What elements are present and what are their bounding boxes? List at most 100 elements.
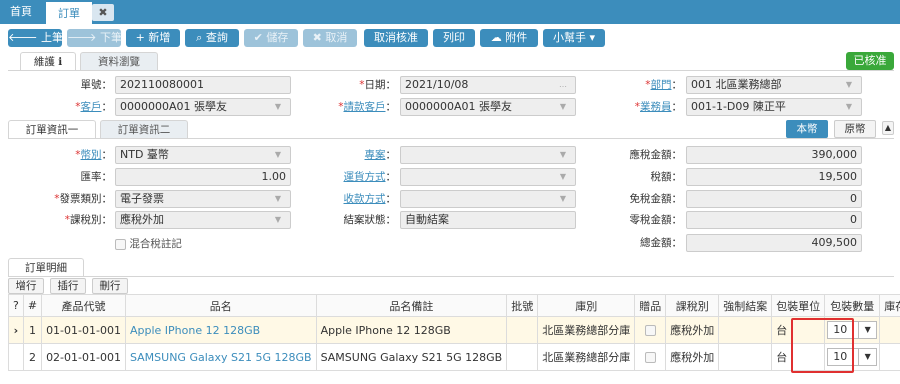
bill-customer-field[interactable]: 0000000A01 張學友 — [400, 98, 576, 116]
invoice-type-field[interactable]: 電子發票 — [115, 190, 291, 208]
prev-record-button[interactable]: 🡐 上筆 — [8, 29, 63, 47]
new-button[interactable]: + 新增 — [126, 29, 180, 47]
batch-cell[interactable] — [506, 316, 539, 344]
product-name-link[interactable]: Apple IPhone 12 128GB — [124, 316, 317, 344]
date-picker-icon[interactable]: … — [556, 76, 570, 94]
next-record-button[interactable]: 🡒 下筆 — [67, 29, 122, 47]
exempt-field[interactable]: 0 — [686, 190, 862, 208]
col-header-warehouse[interactable]: 庫別 — [537, 294, 636, 317]
helper-dropdown-button[interactable]: 小幫手 ▾ — [543, 29, 605, 47]
cancel-button[interactable]: ✖ 取消 — [303, 29, 357, 47]
salesman-dropdown-icon[interactable]: ▼ — [842, 98, 856, 116]
tax-type-dropdown-icon[interactable]: ▼ — [271, 211, 285, 229]
col-header-tax[interactable]: 課稅別 — [665, 294, 720, 317]
cancel-approve-button[interactable]: 取消核准 — [364, 29, 428, 47]
gift-checkbox[interactable] — [634, 316, 667, 344]
stock-unit-cell[interactable] — [879, 316, 900, 344]
delete-row-button[interactable]: 刪行 — [92, 278, 128, 294]
tab-browse[interactable]: 資料瀏覽 — [80, 52, 158, 70]
tax-type-cell[interactable]: 應稅外加 — [665, 316, 720, 344]
gift-checkbox[interactable] — [634, 343, 667, 371]
taxable-label: 應稅金額： — [629, 149, 683, 161]
tax-type-cell[interactable]: 應稅外加 — [665, 343, 720, 371]
tab-home[interactable]: 首頁 — [0, 0, 42, 24]
close-tab-icon[interactable]: ✖ — [92, 4, 114, 21]
batch-cell[interactable] — [506, 343, 539, 371]
original-currency-toggle[interactable]: 原幣 — [834, 120, 876, 138]
tab-order-info-two[interactable]: 訂單資訊二 — [100, 120, 188, 138]
tab-order-detail[interactable]: 訂單明細 — [8, 258, 84, 276]
tax-amount-field[interactable]: 19,500 — [686, 168, 862, 186]
divider — [8, 70, 894, 71]
col-header-force-close[interactable]: 強制結案 — [718, 294, 773, 317]
tab-order[interactable]: 訂單 — [46, 0, 92, 24]
customer-label: *客戶： — [75, 101, 112, 113]
payment-field[interactable] — [400, 190, 576, 208]
dept-dropdown-icon[interactable]: ▼ — [842, 76, 856, 94]
tab-order-info-one[interactable]: 訂單資訊一 — [8, 120, 96, 138]
add-row-button[interactable]: 增行 — [8, 278, 44, 294]
col-header-name[interactable]: 品名 — [124, 294, 317, 317]
caret-down-icon[interactable]: ▼ — [858, 349, 876, 365]
query-button[interactable]: ⌕ 查詢 — [185, 29, 239, 47]
customer-dropdown-icon[interactable]: ▼ — [271, 98, 285, 116]
mixed-tax-checkbox[interactable]: 混合稅註記 — [115, 236, 182, 251]
warehouse-cell[interactable]: 北區業務總部分庫 — [537, 316, 636, 344]
bill-customer-label: *請款客戶： — [338, 101, 396, 113]
product-code-cell[interactable]: 01-01-01-001 — [41, 316, 126, 344]
attachment-button[interactable]: ☁ 附件 — [480, 29, 538, 47]
date-label: *日期： — [359, 79, 396, 91]
taxable-field[interactable]: 390,000 — [686, 146, 862, 164]
stock-unit-cell[interactable] — [879, 343, 900, 371]
total-label: 總金額： — [640, 237, 682, 249]
customer-field[interactable]: 0000000A01 張學友 — [115, 98, 291, 116]
product-remark-cell[interactable]: SAMSUNG Galaxy S21 5G 128GB — [315, 343, 508, 371]
force-close-cell[interactable] — [718, 316, 773, 344]
top-tab-bar: 首頁 訂單 ✖ — [0, 0, 900, 24]
tab-maintain[interactable]: 維護 ℹ — [20, 52, 76, 70]
cloud-upload-icon: ☁ — [490, 31, 502, 44]
save-button[interactable]: ✔ 儲存 — [244, 29, 298, 47]
collapse-icon[interactable]: ▲ — [882, 121, 894, 135]
total-field[interactable]: 409,500 — [686, 234, 862, 252]
caret-down-icon[interactable]: ▼ — [858, 322, 876, 338]
zero-tax-field[interactable]: 0 — [686, 211, 862, 229]
force-close-cell[interactable] — [718, 343, 773, 371]
dept-field[interactable]: 001 北區業務總部 — [686, 76, 862, 94]
order-no-field[interactable]: 202110080001 — [115, 76, 291, 94]
product-remark-cell[interactable]: Apple IPhone 12 128GB — [315, 316, 508, 344]
salesman-field[interactable]: 001-1-D09 陳正平 — [686, 98, 862, 116]
shipping-label: 運貨方式： — [343, 171, 397, 183]
col-header-pack-qty[interactable]: 包裝數量 — [824, 294, 881, 317]
col-header-pack-unit[interactable]: 包裝單位 — [771, 294, 826, 317]
currency-dropdown-icon[interactable]: ▼ — [271, 146, 285, 164]
project-field[interactable] — [400, 146, 576, 164]
table-row[interactable]: › 1 01-01-01-001 Apple IPhone 12 128GB A… — [8, 316, 900, 344]
close-status-field[interactable]: 自動結案 — [400, 211, 576, 229]
tax-type-field[interactable]: 應稅外加 — [115, 211, 291, 229]
order-detail-grid: ? # 產品代號 品名 品名備註 批號 庫別 贈品 課稅別 強制結案 包裝單位 … — [8, 294, 900, 371]
col-header-code[interactable]: 產品代號 — [41, 294, 126, 317]
bill-customer-dropdown-icon[interactable]: ▼ — [556, 98, 570, 116]
help-icon[interactable]: ? — [8, 294, 24, 317]
insert-row-button[interactable]: 插行 — [50, 278, 86, 294]
invoice-type-dropdown-icon[interactable]: ▼ — [271, 190, 285, 208]
product-name-link[interactable]: SAMSUNG Galaxy S21 5G 128GB — [124, 343, 317, 371]
shipping-field[interactable] — [400, 168, 576, 186]
rate-field[interactable]: 1.00 — [115, 168, 291, 186]
table-row[interactable]: 2 02-01-01-001 SAMSUNG Galaxy S21 5G 128… — [8, 343, 900, 371]
product-code-cell[interactable]: 02-01-01-001 — [41, 343, 126, 371]
col-header-remark[interactable]: 品名備註 — [315, 294, 508, 317]
col-header-batch[interactable]: 批號 — [506, 294, 539, 317]
shipping-dropdown-icon[interactable]: ▼ — [556, 168, 570, 186]
project-dropdown-icon[interactable]: ▼ — [556, 146, 570, 164]
date-field[interactable]: 2021/10/08 — [400, 76, 576, 94]
warehouse-cell[interactable]: 北區業務總部分庫 — [537, 343, 636, 371]
payment-dropdown-icon[interactable]: ▼ — [556, 190, 570, 208]
currency-field[interactable]: NTD 臺幣 — [115, 146, 291, 164]
print-button[interactable]: 列印 — [433, 29, 475, 47]
col-header-gift[interactable]: 贈品 — [634, 294, 667, 317]
arrow-left-icon: 🡐 — [8, 31, 38, 44]
local-currency-toggle[interactable]: 本幣 — [786, 120, 828, 138]
col-header-stock-unit[interactable]: 庫存單位 — [879, 294, 900, 317]
